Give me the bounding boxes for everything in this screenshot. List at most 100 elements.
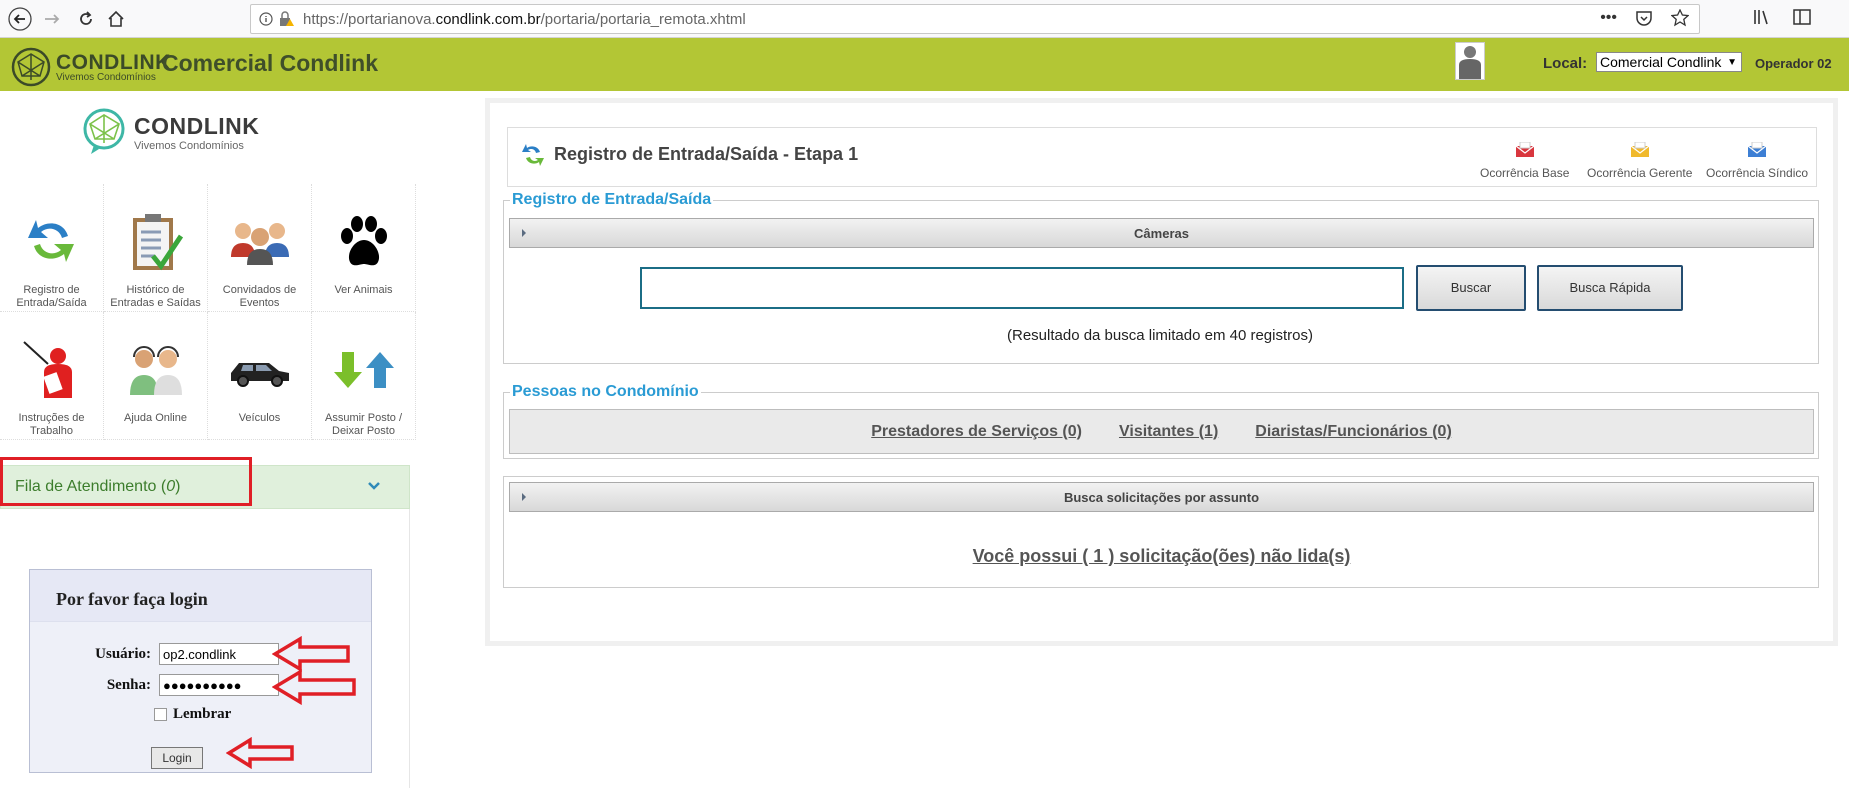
car-icon xyxy=(230,363,289,387)
app-header: CONDLINK Vivemos Condomínios Comercial C… xyxy=(0,38,1849,91)
annotation-arrow-icon xyxy=(272,669,356,705)
registro-legend: Registro de Entrada/Saída xyxy=(512,191,712,208)
requests-bar-label: Busca solicitações por assunto xyxy=(1063,489,1260,505)
login-title: Por favor faça login xyxy=(30,570,371,622)
clipboard-check-icon xyxy=(132,214,183,271)
condlink-globe-icon xyxy=(11,47,51,87)
menu-item-posto[interactable]: Assumir Posto / Deixar Posto xyxy=(312,312,416,440)
avatar[interactable] xyxy=(1455,42,1485,80)
expand-triangle-icon xyxy=(522,229,526,237)
menu-label: Veículos xyxy=(238,412,281,424)
menu-item-ajuda[interactable]: Ajuda Online xyxy=(104,312,208,440)
back-arrow-icon xyxy=(8,7,32,31)
requests-by-subject-bar[interactable]: Busca solicitações por assunto xyxy=(509,482,1814,512)
user-silhouette-icon xyxy=(1459,46,1481,79)
exchange-arrows-icon xyxy=(522,144,544,166)
library-icon[interactable] xyxy=(1752,7,1772,27)
forward-button[interactable] xyxy=(38,5,66,33)
address-bar[interactable]: https://portarianova.condlink.com.br/por… xyxy=(250,4,1700,34)
people-links-bar: Prestadores de Serviços (0) Visitantes (… xyxy=(509,409,1814,454)
paw-icon xyxy=(340,216,387,266)
sidebar-logo[interactable]: CONDLINK Vivemos Condomínios xyxy=(82,107,259,157)
occurrence-label: Ocorrência Base xyxy=(1480,166,1570,180)
menu-item-historico[interactable]: Histórico de Entradas e Saídas xyxy=(104,184,208,312)
search-input[interactable] xyxy=(640,267,1404,309)
people-group-icon xyxy=(230,223,289,265)
menu-item-animais[interactable]: Ver Animais xyxy=(312,184,416,312)
menu-item-convidados[interactable]: Convidados de Eventos xyxy=(208,184,312,312)
menu-label: Ver Animais xyxy=(334,284,393,296)
sidebar-logo-subtitle: Vivemos Condomínios xyxy=(134,139,244,152)
unread-requests-link[interactable]: Você possui ( 1 ) solicitação(ões) não l… xyxy=(509,546,1814,567)
header-logo-subtitle: Vivemos Condomínios xyxy=(56,71,156,83)
cameras-bar[interactable]: Câmeras xyxy=(509,218,1814,248)
up-down-arrows-icon xyxy=(333,352,394,388)
username-input[interactable] xyxy=(159,643,279,665)
header-logo[interactable]: CONDLINK Vivemos Condomínios xyxy=(10,46,171,88)
occurrence-base-button[interactable]: Ocorrência Base xyxy=(1480,142,1569,180)
occurrence-label: Ocorrência Gerente xyxy=(1587,166,1693,180)
presenter-icon xyxy=(22,341,72,398)
more-actions-icon[interactable]: ••• xyxy=(1600,9,1617,27)
home-icon xyxy=(108,10,124,27)
forward-arrow-icon xyxy=(45,14,60,24)
occurrence-label: Ocorrência Síndico xyxy=(1706,166,1809,180)
occurrence-sindico-button[interactable]: Ocorrência Síndico xyxy=(1706,142,1808,180)
condlink-globe-color-icon xyxy=(83,108,125,154)
search-button[interactable]: Buscar xyxy=(1416,265,1526,311)
reload-icon xyxy=(80,11,92,25)
login-button[interactable]: Login xyxy=(151,747,203,769)
page-title-panel: Registro de Entrada/Saída - Etapa 1 Ocor… xyxy=(507,127,1817,187)
remember-label: Lembrar xyxy=(173,706,232,722)
cameras-label: Câmeras xyxy=(1134,225,1189,241)
dropdown-arrow-icon: ▼ xyxy=(1727,57,1737,68)
envelope-yellow-icon xyxy=(1630,142,1650,157)
menu-label: Histórico de Entradas e Saídas xyxy=(110,284,201,309)
home-button[interactable] xyxy=(102,5,130,33)
annotation-arrow-icon xyxy=(226,737,294,769)
sidebar-toggle-icon[interactable] xyxy=(1792,7,1812,27)
sidebar-divider xyxy=(409,509,410,788)
header-logo-title: CONDLINK xyxy=(56,50,171,74)
remember-checkbox[interactable] xyxy=(154,708,167,721)
url-text: https://portarianova.condlink.com.br/por… xyxy=(303,10,746,28)
menu-label: Assumir Posto / Deixar Posto xyxy=(324,412,403,437)
search-limit-note: (Resultado da busca limitado em 40 regis… xyxy=(1007,327,1313,344)
menu-label: Ajuda Online xyxy=(124,412,187,424)
annotation-highlight-box xyxy=(0,457,252,506)
visitors-link[interactable]: Visitantes (1) xyxy=(1119,423,1218,441)
local-label: Local: xyxy=(1543,55,1588,72)
menu-label: Instruções de Trabalho xyxy=(18,412,85,437)
menu-label: Registro de Entrada/Saída xyxy=(16,284,87,309)
pocket-icon[interactable] xyxy=(1635,9,1653,27)
menu-label: Convidados de Eventos xyxy=(222,284,297,309)
chevron-down-icon[interactable] xyxy=(367,478,381,494)
menu-item-veiculos[interactable]: Veículos xyxy=(208,312,312,440)
occurrence-gerente-button[interactable]: Ocorrência Gerente xyxy=(1587,142,1692,180)
menu-item-registro[interactable]: Registro de Entrada/Saída xyxy=(0,184,104,312)
lock-warning-icon xyxy=(280,11,294,26)
username-label: Usuário: xyxy=(95,645,151,662)
support-agents-icon xyxy=(129,346,182,395)
local-select-value: Comercial Condlink xyxy=(1600,54,1722,70)
sidebar: CONDLINK Vivemos Condomínios Registro de… xyxy=(0,91,416,788)
staff-link[interactable]: Diaristas/Funcionários (0) xyxy=(1255,423,1452,441)
sidebar-logo-title: CONDLINK xyxy=(134,112,260,139)
info-icon xyxy=(259,12,273,26)
menu-item-instrucoes[interactable]: Instruções de Trabalho xyxy=(0,312,104,440)
bookmark-star-icon[interactable] xyxy=(1671,9,1689,27)
company-name: Comercial Condlink xyxy=(162,50,378,76)
back-button[interactable] xyxy=(6,5,34,33)
envelope-blue-icon xyxy=(1747,142,1767,157)
reload-button[interactable] xyxy=(72,5,100,33)
local-select[interactable]: Comercial Condlink ▼ xyxy=(1596,52,1742,72)
menu-grid: Registro de Entrada/Saída Histórico de E… xyxy=(0,184,416,440)
password-label: Senha: xyxy=(106,676,151,693)
service-providers-link[interactable]: Prestadores de Serviços (0) xyxy=(871,423,1082,441)
password-input[interactable] xyxy=(159,674,279,696)
annotation-arrow-icon xyxy=(272,636,350,672)
envelope-red-icon xyxy=(1515,142,1535,157)
people-legend: Pessoas no Condomínio xyxy=(512,383,699,400)
exchange-arrows-icon xyxy=(27,220,74,262)
quick-search-button[interactable]: Busca Rápida xyxy=(1537,265,1683,311)
